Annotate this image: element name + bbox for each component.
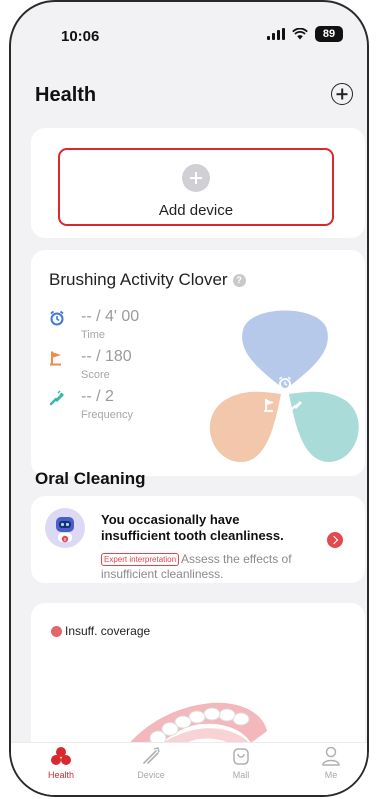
flag-icon: [50, 351, 61, 366]
page-title: Health: [35, 84, 97, 106]
plus-icon: [182, 164, 210, 192]
tab-bar: Health Device Mall Me: [11, 742, 367, 795]
clover-chart: [209, 310, 359, 462]
tab-device-label: Device: [137, 770, 165, 780]
legend-dot: [51, 626, 62, 637]
battery-icon: 89: [315, 26, 343, 42]
chevron-right-icon[interactable]: [327, 532, 343, 548]
phone-frame: 10:06 89 Health Add device Brushing Acti…: [9, 0, 369, 797]
tab-mall-label: Mall: [232, 770, 250, 780]
clover-petal-time: [242, 310, 328, 390]
status-time: 10:06: [61, 28, 100, 45]
metric-score-label: Score: [81, 369, 110, 381]
oral-cleaning-card[interactable]: 0 You occasionally have insufficient too…: [31, 496, 365, 583]
robot-icon: 0: [56, 517, 74, 543]
oral-cleaning-title: Oral Cleaning: [35, 469, 146, 488]
bag-icon: [233, 748, 249, 765]
tab-device[interactable]: Device: [121, 745, 181, 780]
tab-mall[interactable]: Mall: [211, 745, 271, 780]
clover-card[interactable]: Brushing Activity Clover? -- / 4' 00 Tim…: [31, 250, 365, 476]
signal-icon: [267, 28, 285, 40]
expert-tag: Expert interpretation: [101, 553, 180, 566]
add-device-label: Add device: [158, 202, 234, 219]
status-icons: 89: [267, 26, 343, 42]
oral-message-line2: insufficient tooth cleanliness.: [101, 528, 284, 543]
metric-time-label: Time: [81, 329, 106, 341]
metric-frequency-value: -- / 2: [81, 388, 114, 405]
wifi-icon: [292, 28, 308, 40]
status-bar: 10:06 89: [11, 2, 367, 62]
metric-frequency-label: Frequency: [81, 409, 133, 421]
toothbrush-icon: [49, 390, 64, 406]
expert-line: Expert interpretation Assess the effects …: [101, 552, 323, 582]
user-icon: [322, 746, 340, 766]
coverage-legend: Insuff. coverage: [65, 624, 151, 638]
toothbrush-tab-icon: [143, 747, 160, 764]
robot-avatar: 0: [45, 508, 85, 548]
metric-time-value: -- / 4' 00: [81, 308, 140, 325]
alarm-clock-icon: [50, 310, 64, 326]
tab-me[interactable]: Me: [301, 745, 361, 780]
tab-health[interactable]: Health: [31, 745, 91, 780]
oral-message-line1: You occasionally have: [101, 512, 240, 527]
tab-me-label: Me: [324, 770, 338, 780]
add-circle-button[interactable]: [331, 83, 353, 105]
clover-icon: [51, 747, 71, 765]
oral-message: You occasionally have insufficient tooth…: [101, 512, 284, 544]
metric-score-value: -- / 180: [81, 348, 132, 365]
add-device-button[interactable]: Add device: [58, 148, 334, 226]
tab-health-label: Health: [47, 770, 74, 780]
add-device-card: Add device: [31, 128, 365, 238]
